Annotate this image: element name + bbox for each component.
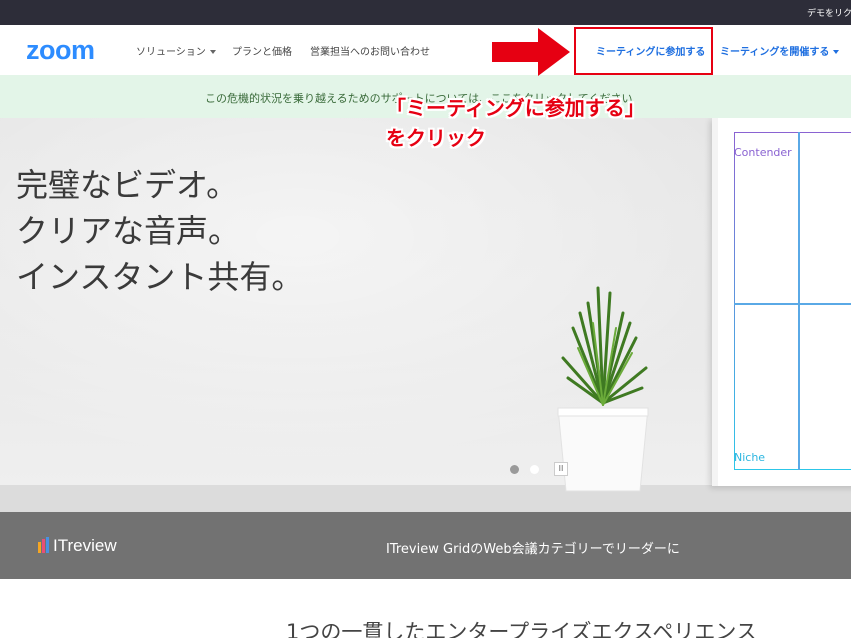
- zoom-logo[interactable]: zoom: [26, 35, 95, 66]
- hero-section: 完璧なビデオ。 クリアな音声。 インスタント共有。 Contender Nich…: [0, 118, 851, 512]
- itreview-logo: ITreview: [38, 536, 117, 556]
- annotation-highlight-box: [574, 27, 713, 75]
- hero-shelf: [0, 485, 851, 512]
- nav-solutions[interactable]: ソリューション: [136, 43, 216, 58]
- arrow-right-icon: [492, 28, 570, 76]
- hero-headline-1: 完璧なビデオ。: [16, 166, 239, 204]
- nav-solutions-label: ソリューション: [136, 47, 206, 58]
- site-header: zoom ソリューション プランと価格 営業担当へのお問い合わせ ミーティングに…: [0, 25, 851, 75]
- pause-icon[interactable]: II: [554, 462, 568, 476]
- hero-headline-2: クリアな音声。: [16, 212, 241, 250]
- annotation-callout-line2: をクリック: [386, 126, 486, 150]
- grid-label-niche: Niche: [734, 451, 766, 464]
- annotation-callout-line1: 「ミーティングに参加する」: [386, 96, 645, 120]
- nav-contact-sales[interactable]: 営業担当へのお問い合わせ: [310, 43, 430, 58]
- carousel-dot-2[interactable]: [530, 465, 539, 474]
- chevron-down-icon: [833, 50, 840, 54]
- itreview-strip[interactable]: ITreview ITreview GridのWeb会議カテゴリーでリーダーに: [0, 512, 851, 579]
- host-meeting-link[interactable]: ミーティングを開催する: [720, 43, 840, 58]
- itreview-logo-text: ITreview: [53, 536, 117, 555]
- itreview-mark-icon: [38, 537, 50, 553]
- grid-board-image: Contender Niche: [712, 118, 851, 486]
- top-utility-bar: デモをリクエ: [0, 0, 851, 25]
- hero-headline-3: インスタント共有。: [16, 258, 304, 296]
- section-heading: 1つの一貫したエンタープライズエクスペリエンス: [286, 620, 757, 638]
- carousel-dot-1[interactable]: [510, 465, 519, 474]
- grid-label-contender: Contender: [734, 146, 792, 159]
- chevron-down-icon: [209, 50, 216, 54]
- request-demo-link[interactable]: デモをリクエ: [807, 6, 851, 19]
- host-meeting-label: ミーティングを開催する: [720, 47, 830, 58]
- nav-plans-pricing[interactable]: プランと価格: [232, 43, 292, 58]
- itreview-leader-text: ITreview GridのWeb会議カテゴリーでリーダーに: [386, 542, 680, 557]
- grid-chart-graphic: [734, 132, 851, 470]
